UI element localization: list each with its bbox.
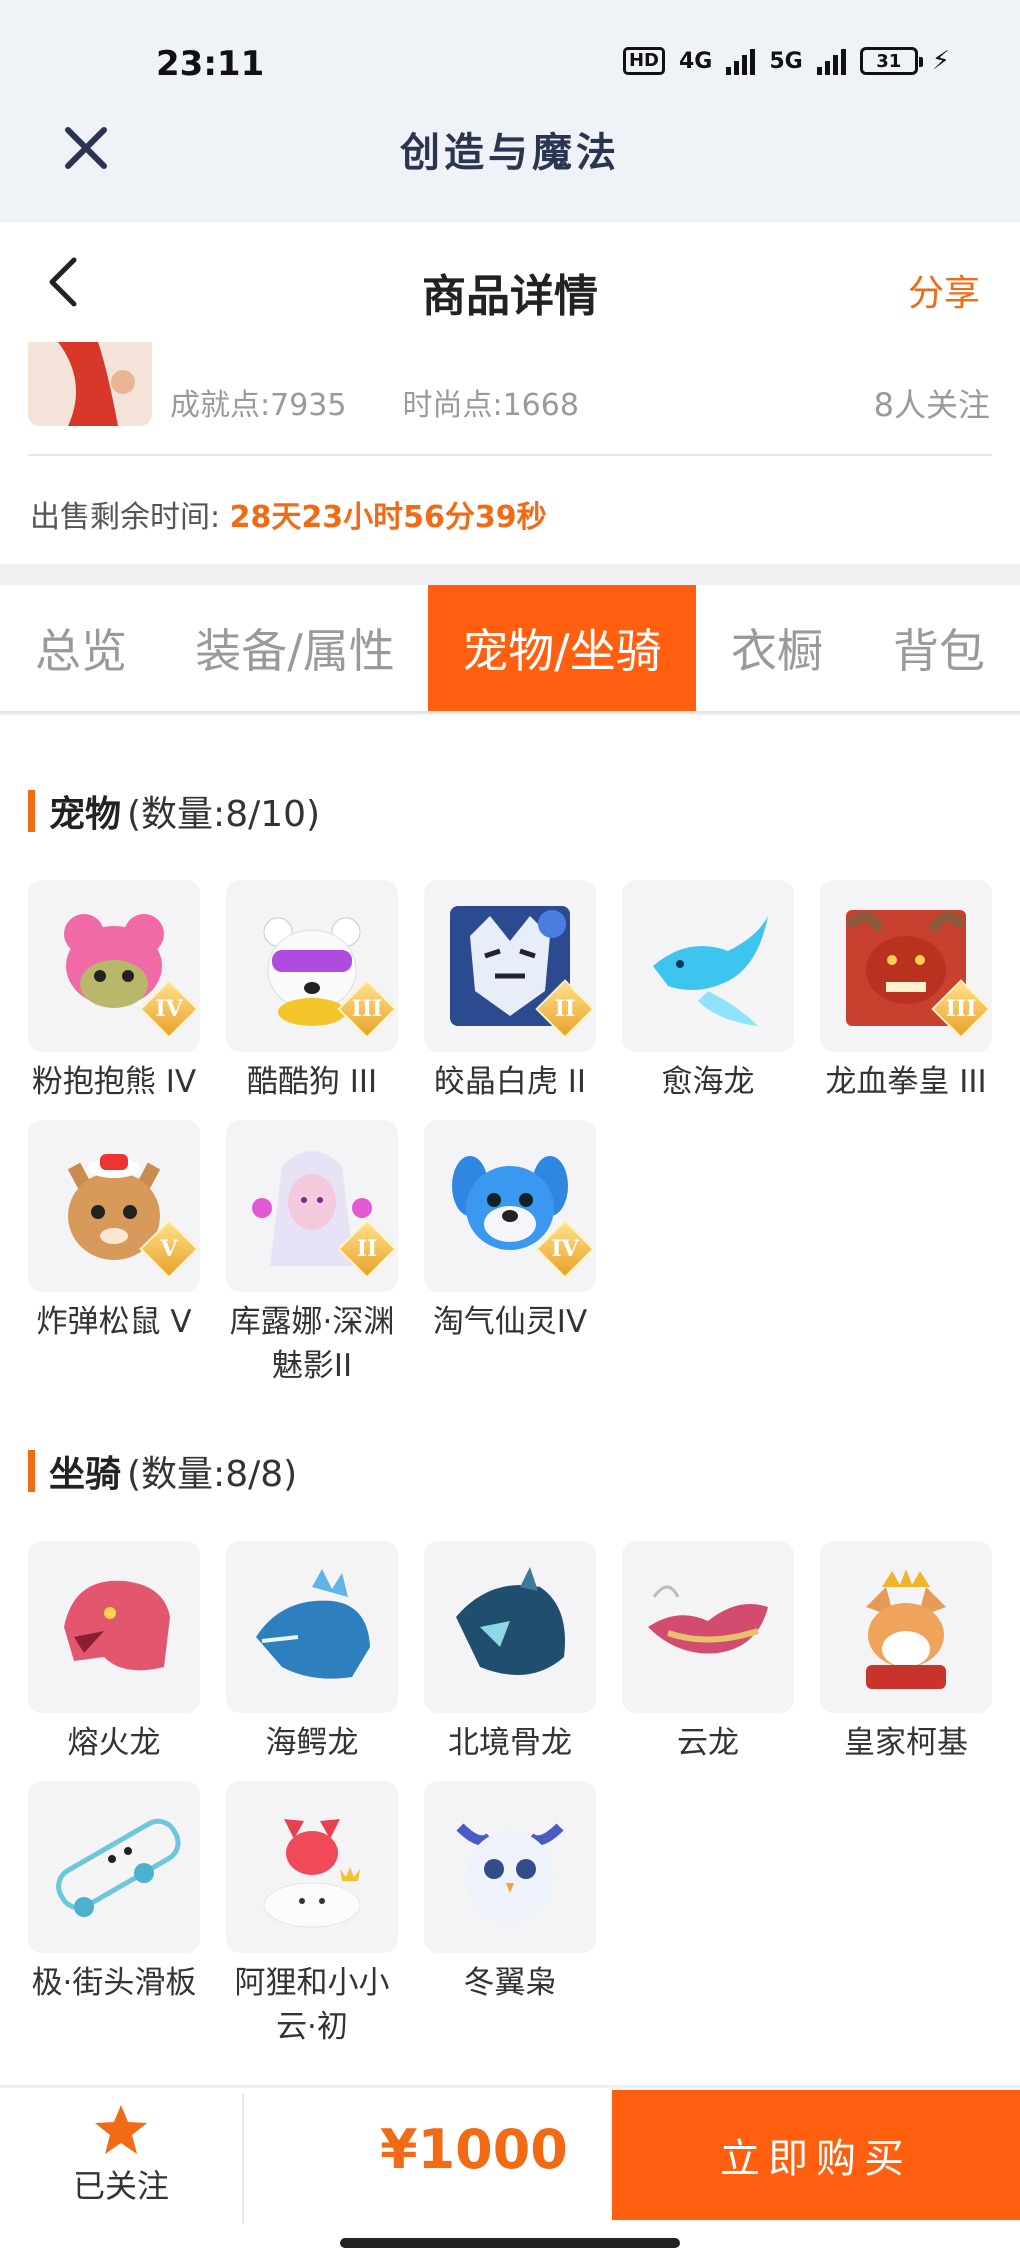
kuluna-abyss-icon[interactable]: II (226, 1120, 398, 1292)
mount-name: 熔火龙 (67, 1725, 161, 1761)
royal-corgi-icon[interactable] (820, 1541, 992, 1713)
hd-badge: HD (622, 47, 665, 75)
pets-section-title: 宠物 (数量:8/10) (28, 785, 320, 837)
mount-name: 极·街头滑板 (31, 1965, 197, 2001)
pet-item[interactable]: II 库露娜·深渊魅影II (226, 1120, 398, 1388)
net-5g-label: 5G (769, 48, 803, 74)
mount-name: 海鳄龙 (265, 1725, 359, 1761)
ahri-cloud-icon[interactable] (226, 1781, 398, 1953)
fashion-points: 时尚点:1668 (402, 388, 579, 423)
home-indicator[interactable] (340, 2238, 680, 2248)
mounts-title: 坐骑 (49, 1454, 122, 1495)
pet-name: 库露娜·深渊魅影II (229, 1304, 395, 1384)
pet-item[interactable]: V 炸弹松鼠 V (28, 1120, 200, 1344)
battery-level: 31 (876, 50, 902, 72)
pet-item[interactable]: IV 淘气仙灵IV (424, 1120, 596, 1344)
skateboard-icon[interactable] (28, 1781, 200, 1953)
signal-icon (816, 47, 846, 75)
mount-item[interactable]: 云龙 (622, 1541, 794, 1765)
mount-name: 阿狸和小小云·初 (234, 1965, 390, 2045)
timer-label: 出售剩余时间: (30, 500, 221, 535)
mount-name: 冬翼枭 (463, 1965, 557, 2001)
character-info: 成就点:7935 时尚点:1668 8人关注 出售剩余时间: 28天23小时56… (0, 342, 1020, 564)
tab-bar: 总览 装备/属性 宠物/坐骑 衣橱 背包 (0, 585, 1020, 713)
app-title: 创造与魔法 (400, 129, 620, 176)
pet-item[interactable]: IV 粉抱抱熊 IV (28, 880, 200, 1104)
follow-label: 已关注 (72, 2167, 169, 2205)
divider (28, 454, 992, 456)
achievement-points: 成就点:7935 (170, 388, 347, 423)
page-title: 商品详情 (422, 271, 598, 322)
mount-item[interactable]: 海鳄龙 (226, 1541, 398, 1765)
bottom-bar: 已关注 ¥1000 立即购买 (0, 2088, 1020, 2267)
mount-item[interactable]: 北境骨龙 (424, 1541, 596, 1765)
pets-count: (数量:8/10) (127, 794, 321, 835)
pet-name: 皎晶白虎 II (433, 1064, 587, 1100)
pink-bear-icon[interactable]: IV (28, 880, 200, 1052)
status-icons: HD 4G 5G 31 ⚡ (622, 46, 950, 76)
app-header: 23:11 HD 4G 5G 31 ⚡ 创造与魔法 (0, 0, 1020, 222)
pet-item[interactable]: III 龙血拳皇 III (820, 880, 992, 1104)
mount-item[interactable]: 皇家柯基 (820, 1541, 992, 1765)
net-4g-label: 4G (678, 48, 713, 74)
tab-equipment[interactable]: 装备/属性 (162, 585, 428, 711)
tab-pets-mounts[interactable]: 宠物/坐骑 (428, 585, 696, 711)
naughty-fairy-icon[interactable]: IV (424, 1120, 596, 1292)
charging-icon: ⚡ (931, 46, 950, 76)
molten-dragon-icon[interactable] (28, 1541, 200, 1713)
timer-value: 28天23小时56分39秒 (229, 500, 547, 535)
mount-item[interactable]: 熔火龙 (28, 1541, 200, 1765)
tab-overview[interactable]: 总览 (0, 585, 162, 711)
mount-item[interactable]: 阿狸和小小云·初 (226, 1781, 398, 2049)
pet-name: 愈海龙 (661, 1064, 755, 1100)
follow-button[interactable]: 已关注 (0, 2088, 242, 2222)
winter-owl-icon[interactable] (424, 1781, 596, 1953)
mount-name: 北境骨龙 (448, 1725, 572, 1761)
north-bone-dragon-icon[interactable] (424, 1541, 596, 1713)
follower-count: 8人关注 (873, 386, 990, 424)
pet-name: 龙血拳皇 III (825, 1064, 987, 1100)
dragon-blood-boxer-icon[interactable]: III (820, 880, 992, 1052)
mounts-count: (数量:8/8) (127, 1454, 298, 1495)
price: ¥1000 (380, 2118, 568, 2181)
mount-item[interactable]: 极·街头滑板 (28, 1781, 200, 2005)
pet-name: 粉抱抱熊 IV (31, 1064, 197, 1100)
mount-name: 皇家柯基 (844, 1725, 968, 1761)
battery-icon: 31 (859, 47, 923, 75)
section-marker (28, 1450, 35, 1492)
character-avatar (28, 342, 152, 426)
sea-croc-dragon-icon[interactable] (226, 1541, 398, 1713)
pet-item[interactable]: III 酷酷狗 III (226, 880, 398, 1104)
bomb-squirrel-icon[interactable]: V (28, 1120, 200, 1292)
tab-wardrobe[interactable]: 衣橱 (696, 585, 858, 711)
page-header: 商品详情 分享 (0, 222, 1020, 342)
pet-item[interactable]: II 皎晶白虎 II (424, 880, 596, 1104)
cloud-dragon-icon[interactable] (622, 1541, 794, 1713)
section-marker (28, 790, 35, 832)
tab-backpack[interactable]: 背包 (858, 585, 1020, 711)
sea-dragon-icon[interactable] (622, 880, 794, 1052)
pets-title: 宠物 (49, 794, 122, 835)
cool-dog-icon[interactable]: III (226, 880, 398, 1052)
mounts-section-title: 坐骑 (数量:8/8) (28, 1445, 297, 1497)
buy-now-button[interactable]: 立即购买 (612, 2090, 1020, 2220)
mount-item[interactable]: 冬翼枭 (424, 1781, 596, 2005)
white-tiger-icon[interactable]: II (424, 880, 596, 1052)
pet-item[interactable]: 愈海龙 (622, 880, 794, 1104)
pets-mounts-panel: 宠物 (数量:8/10) IV 粉抱抱熊 IV III 酷酷狗 III II 皎… (0, 715, 1020, 2085)
mount-name: 云龙 (677, 1725, 739, 1761)
signal-icon (726, 47, 756, 75)
share-button[interactable]: 分享 (908, 264, 980, 316)
pet-name: 淘气仙灵IV (432, 1304, 588, 1340)
pet-name: 炸弹松鼠 V (36, 1304, 192, 1340)
star-icon (95, 2105, 147, 2154)
status-time: 23:11 (156, 44, 265, 84)
pet-name: 酷酷狗 III (246, 1064, 378, 1100)
divider (242, 2094, 244, 2224)
sale-timer: 出售剩余时间: 28天23小时56分39秒 (30, 492, 547, 536)
